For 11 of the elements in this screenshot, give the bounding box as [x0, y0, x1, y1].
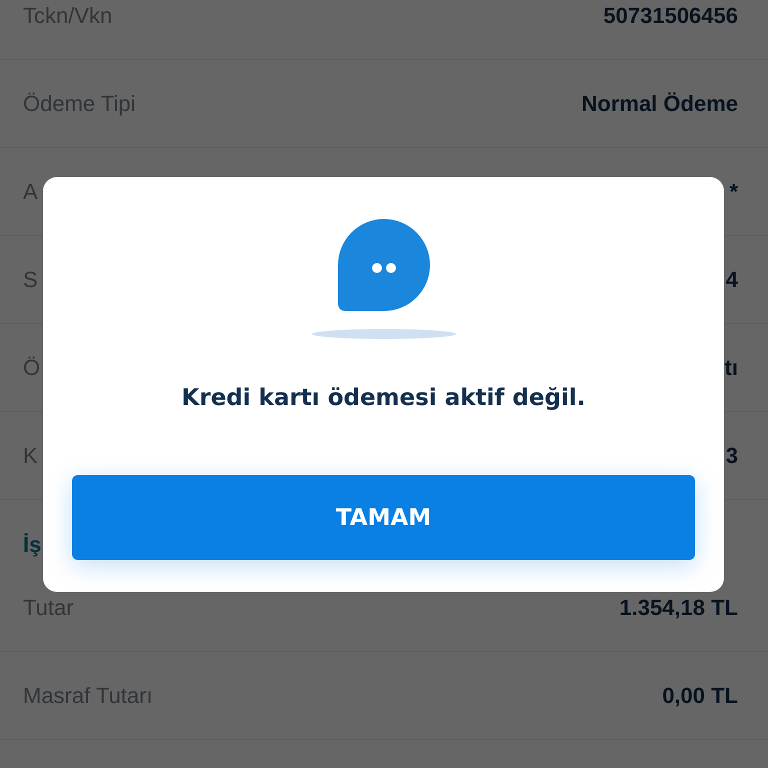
- row-value: 0,00 TL: [662, 682, 738, 708]
- row-value: tı: [724, 354, 738, 380]
- row-value: Normal Ödeme: [582, 90, 738, 116]
- ok-button[interactable]: TAMAM: [72, 475, 695, 560]
- section-title: İş: [23, 532, 42, 558]
- dialog-message: Kredi kartı ödemesi aktif değil.: [182, 385, 586, 411]
- row-value: *: [729, 178, 738, 204]
- row-value: 50731506456: [603, 2, 738, 28]
- row-value: 3: [726, 442, 738, 468]
- row-value: 4: [726, 266, 738, 292]
- row-value: 1.354,18 TL: [619, 594, 738, 620]
